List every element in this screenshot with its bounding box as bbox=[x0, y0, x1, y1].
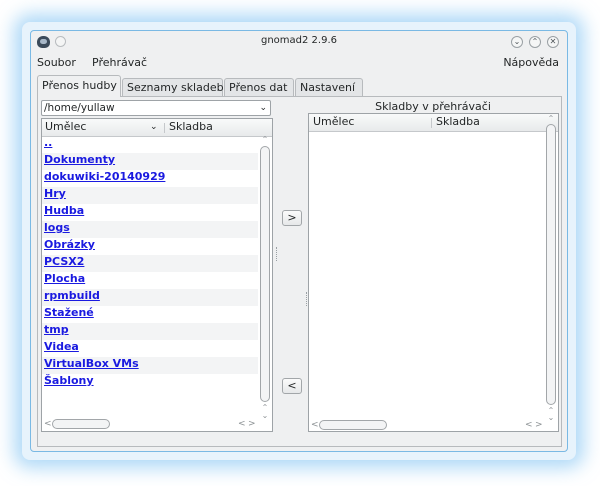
maximize-icon[interactable]: ⌃ bbox=[529, 36, 541, 48]
tab-prenos-hudby[interactable]: Přenos hudby bbox=[37, 75, 121, 97]
column-separator bbox=[164, 123, 165, 133]
list-item[interactable]: Videa bbox=[42, 340, 258, 357]
list-item[interactable]: Stažené bbox=[42, 306, 258, 323]
scroll-left-icon[interactable]: < bbox=[238, 418, 246, 430]
list-item[interactable]: Hudba bbox=[42, 204, 258, 221]
app-window: gnomad2 2.9.6 ⌄ ⌃ ✕ Soubor Přehrávač Náp… bbox=[30, 30, 568, 452]
list-item[interactable]: rpmbuild bbox=[42, 289, 258, 306]
player-list-hscrollbar[interactable]: < < > bbox=[309, 419, 544, 431]
scroll-up-icon[interactable]: ⌃ bbox=[258, 136, 272, 144]
splitter-handle[interactable] bbox=[276, 247, 279, 261]
column-skladba[interactable]: Skladba bbox=[436, 115, 480, 128]
transfer-from-player-button[interactable]: < bbox=[282, 378, 302, 394]
sort-chevron-icon: ⌄ bbox=[150, 122, 158, 132]
local-file-list[interactable]: Umělec ⌄ Skladba .. Dokumenty dokuwiki-2… bbox=[41, 118, 273, 432]
menu-bar: Soubor Přehrávač Nápověda bbox=[31, 53, 567, 73]
chevron-down-icon: ⌄ bbox=[259, 103, 267, 113]
list-item[interactable]: .. bbox=[42, 136, 258, 153]
list-item[interactable]: Dokumenty bbox=[42, 153, 258, 170]
local-list-vscrollbar[interactable]: ⌃ ⌃ ⌄ bbox=[258, 136, 272, 420]
player-list-header: Umělec Skladba bbox=[309, 114, 558, 132]
scroll-left-icon[interactable]: < bbox=[525, 419, 533, 431]
vscroll-thumb[interactable] bbox=[260, 146, 270, 402]
hscroll-thumb[interactable] bbox=[319, 420, 387, 430]
menu-prehravac[interactable]: Přehrávač bbox=[92, 56, 147, 69]
hscroll-thumb[interactable] bbox=[52, 419, 110, 429]
title-bar[interactable]: gnomad2 2.9.6 ⌄ ⌃ ✕ bbox=[31, 31, 567, 53]
scroll-right-icon[interactable]: > bbox=[248, 418, 256, 430]
list-item[interactable]: Plocha bbox=[42, 272, 258, 289]
player-pane-title: Skladby v přehrávači bbox=[375, 100, 491, 113]
tab-nastaveni[interactable]: Nastavení bbox=[295, 78, 363, 96]
local-list-header: Umělec ⌄ Skladba bbox=[42, 119, 272, 137]
player-track-list[interactable]: Umělec Skladba ⌃ ⌃ ⌄ < < > bbox=[308, 113, 559, 432]
menu-soubor[interactable]: Soubor bbox=[37, 56, 76, 69]
minimize-icon[interactable]: ⌄ bbox=[511, 36, 523, 48]
scroll-down-icon[interactable]: ⌄ bbox=[258, 412, 272, 420]
tab-panel-prenos-hudby: /home/yullaw ⌄ Umělec ⌄ Skladba .. Dokum… bbox=[37, 96, 562, 447]
menu-napoveda[interactable]: Nápověda bbox=[503, 56, 559, 69]
column-umelec[interactable]: Umělec bbox=[313, 115, 354, 128]
list-item[interactable]: PCSX2 bbox=[42, 255, 258, 272]
column-separator bbox=[431, 118, 432, 128]
list-item[interactable]: Hry bbox=[42, 187, 258, 204]
tab-prenos-dat[interactable]: Přenos dat bbox=[224, 78, 294, 96]
close-icon[interactable]: ✕ bbox=[547, 36, 559, 48]
tab-bar: Přenos hudby Seznamy skladeb Přenos dat … bbox=[37, 75, 562, 97]
window-title: gnomad2 2.9.6 bbox=[260, 35, 337, 46]
list-item[interactable]: tmp bbox=[42, 323, 258, 340]
list-item[interactable]: logs bbox=[42, 221, 258, 238]
scroll-left-icon[interactable]: < bbox=[44, 418, 52, 430]
scroll-left-icon[interactable]: < bbox=[311, 419, 319, 431]
scroll-right-icon[interactable]: > bbox=[535, 419, 543, 431]
player-list-vscrollbar[interactable]: ⌃ ⌃ ⌄ bbox=[544, 114, 558, 422]
list-item[interactable]: dokuwiki-20140929 bbox=[42, 170, 166, 187]
transfer-to-player-button[interactable]: > bbox=[282, 210, 302, 226]
list-item[interactable]: VirtualBox VMs bbox=[42, 357, 258, 374]
scroll-up-icon[interactable]: ⌃ bbox=[544, 115, 558, 123]
scroll-down-icon[interactable]: ⌄ bbox=[544, 414, 558, 422]
vscroll-thumb[interactable] bbox=[546, 124, 556, 405]
list-item[interactable]: Obrázky bbox=[42, 238, 258, 255]
path-combobox[interactable]: /home/yullaw ⌄ bbox=[41, 100, 271, 116]
column-umelec[interactable]: Umělec bbox=[45, 120, 86, 133]
tab-seznamy-skladeb[interactable]: Seznamy skladeb bbox=[122, 78, 224, 96]
path-value: /home/yullaw bbox=[44, 102, 115, 114]
local-list-hscrollbar[interactable]: < < > bbox=[42, 418, 258, 430]
column-skladba[interactable]: Skladba bbox=[169, 120, 213, 133]
list-item[interactable]: Šablony bbox=[42, 374, 258, 391]
